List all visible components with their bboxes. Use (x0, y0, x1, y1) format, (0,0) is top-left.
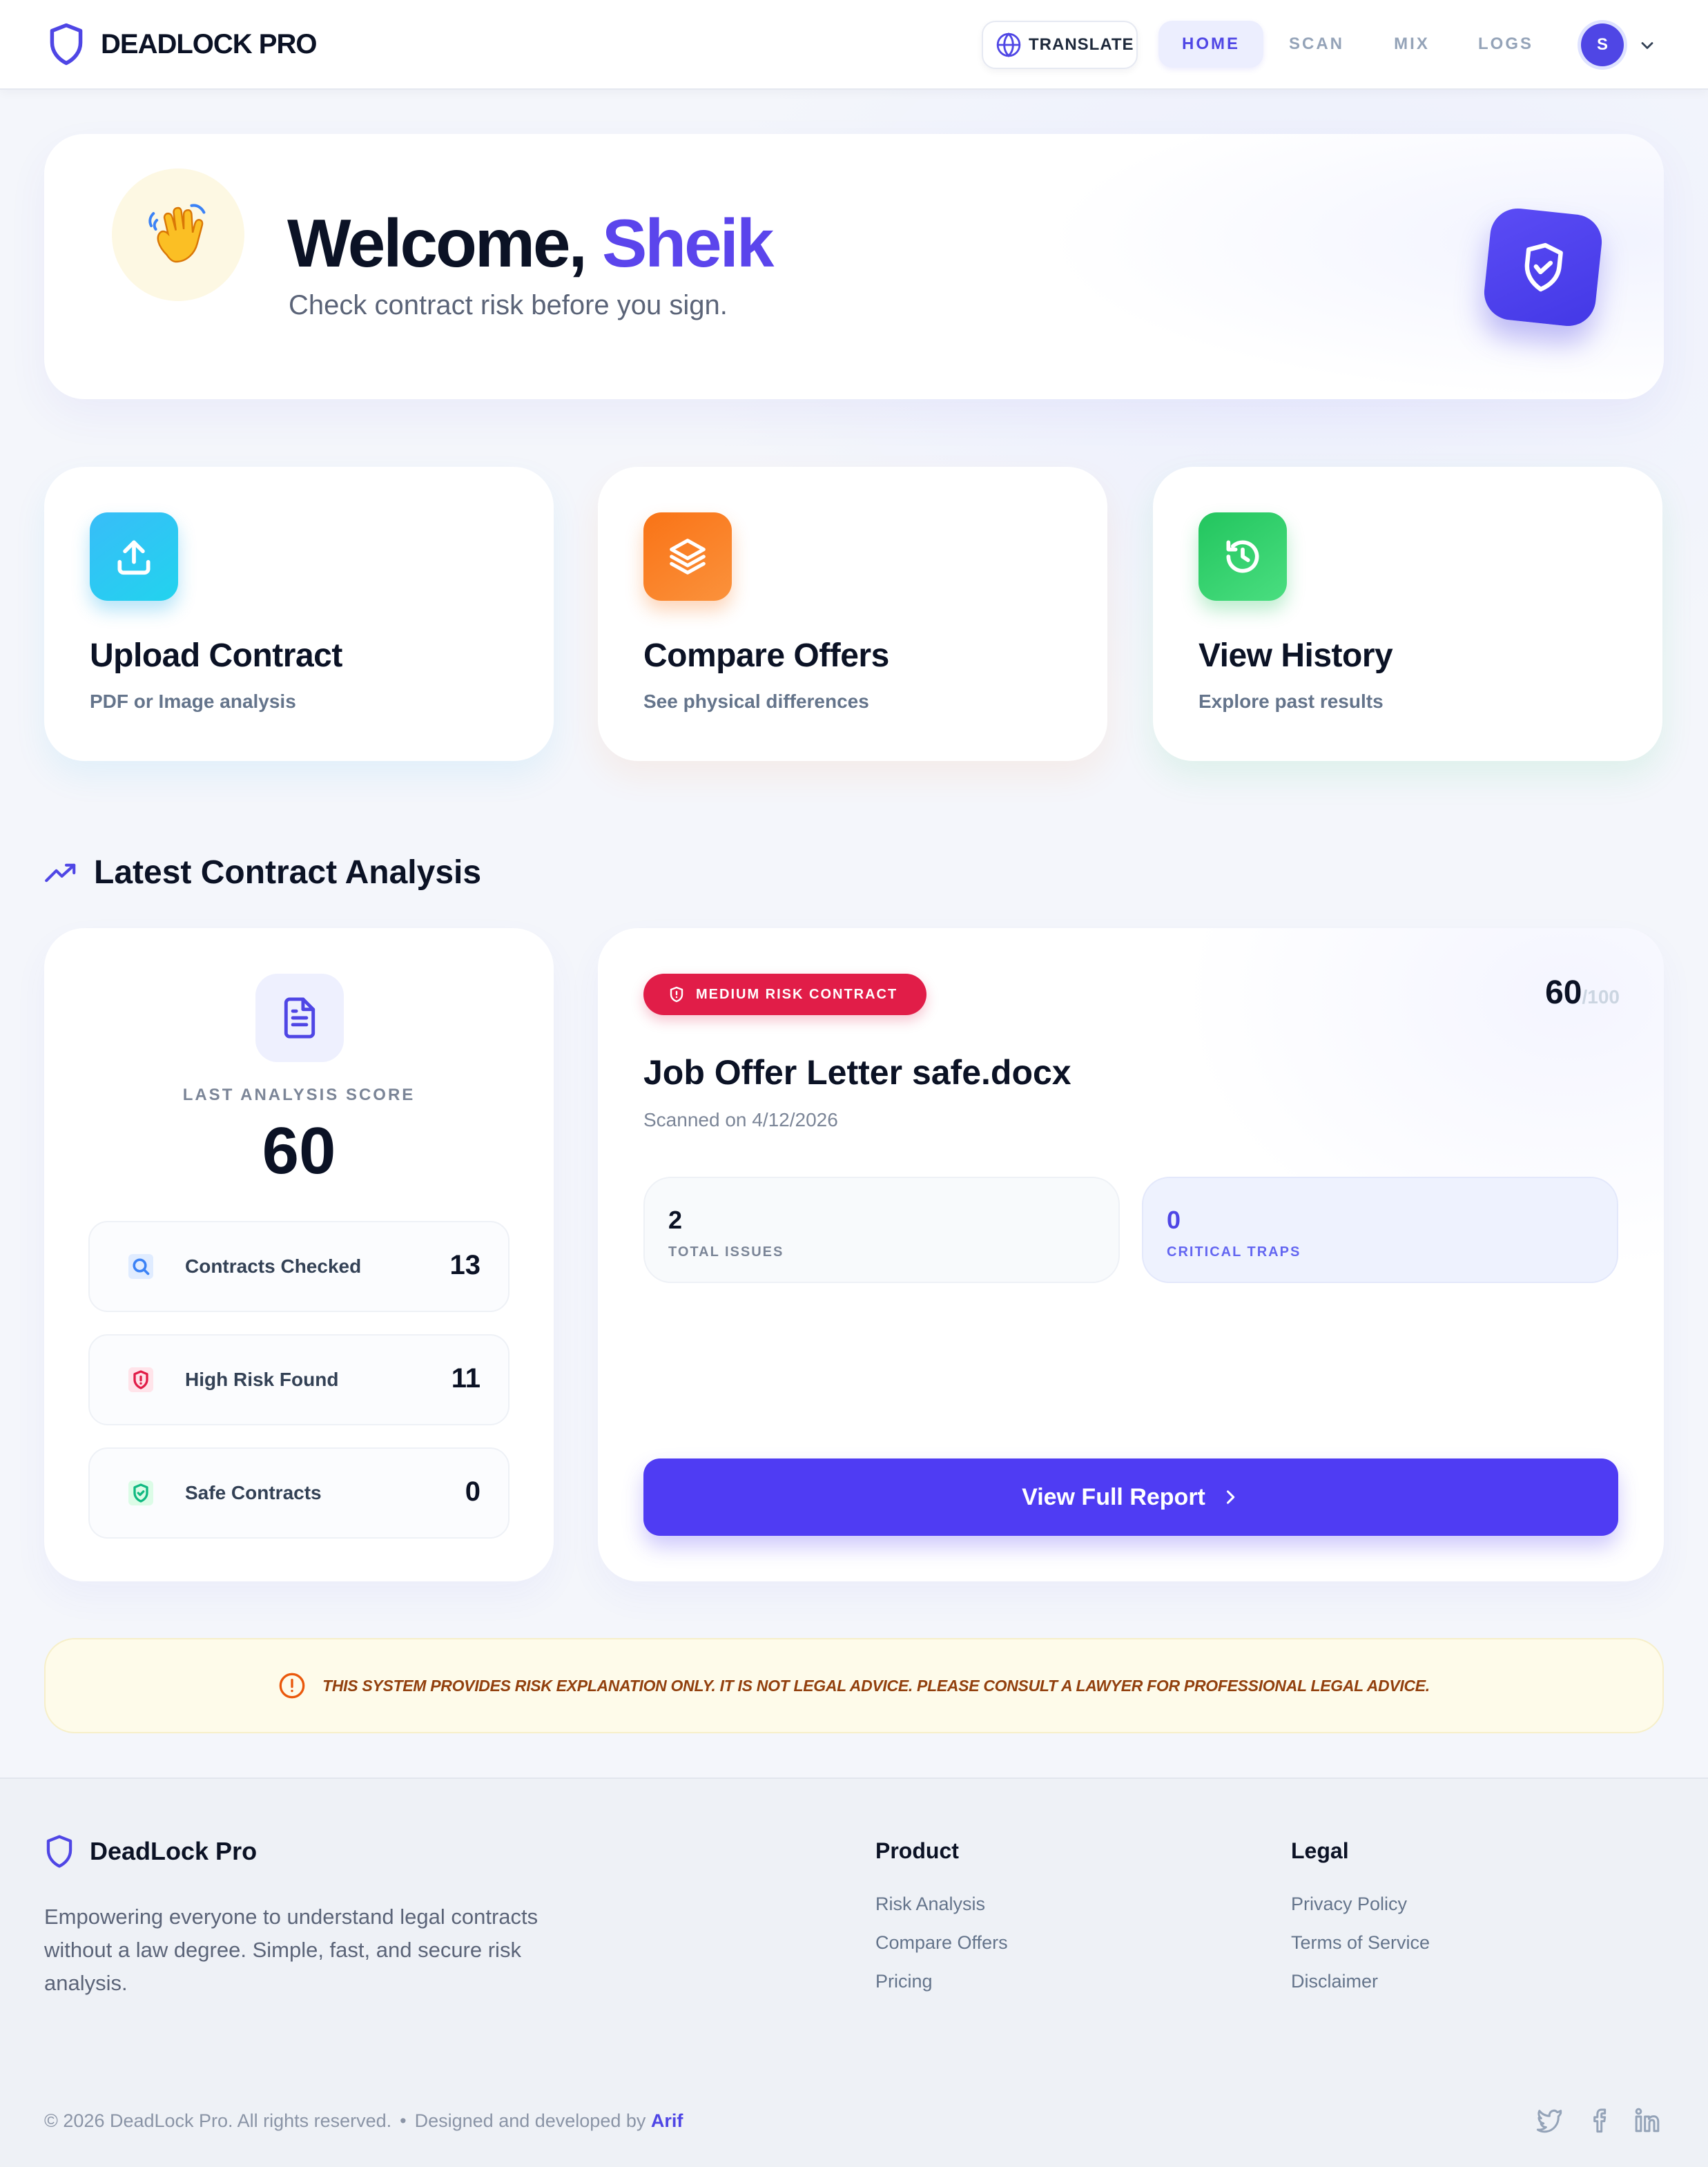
welcome-banner: Welcome, Sheik Check contract risk befor… (44, 134, 1664, 399)
trending-up-icon (45, 863, 76, 882)
stat-high-risk: High Risk Found 11 (88, 1334, 510, 1425)
metric-total-issues: 2 TOTAL ISSUES (643, 1177, 1120, 1283)
separator: • (400, 2110, 407, 2131)
translate-button[interactable]: TRANSLATE (982, 21, 1138, 69)
report-score: 60/100 (1545, 974, 1620, 1012)
shield-check-icon (128, 1481, 153, 1505)
button-label: View Full Report (1022, 1483, 1205, 1510)
section-heading: Latest Contract Analysis (44, 854, 481, 892)
upload-contract-card[interactable]: Upload Contract PDF or Image analysis (44, 467, 554, 761)
nav-link-mix[interactable]: MIX (1374, 21, 1450, 68)
search-icon (128, 1254, 153, 1279)
user-avatar[interactable]: S (1581, 23, 1624, 66)
risk-badge: MEDIUM RISK CONTRACT (643, 974, 927, 1015)
stat-label: Safe Contracts (185, 1482, 322, 1503)
card-title: Compare Offers (643, 637, 889, 674)
wave-badge (112, 168, 244, 301)
history-icon (1226, 540, 1259, 573)
metric-critical-traps: 0 CRITICAL TRAPS (1142, 1177, 1618, 1283)
footer-column-title-legal: Legal (1291, 1838, 1349, 1863)
metric-value: 0 (1167, 1206, 1181, 1234)
footer-column-title-product: Product (875, 1838, 959, 1863)
shield-check-icon (1524, 242, 1563, 292)
developer-link[interactable]: Arif (651, 2110, 683, 2131)
metric-label: TOTAL ISSUES (668, 1244, 784, 1260)
score-card: LAST ANALYSIS SCORE 60 Contracts Checked… (44, 928, 554, 1581)
card-title: View History (1198, 637, 1393, 674)
waving-hand-icon (148, 204, 206, 263)
footer-link-terms-of-service[interactable]: Terms of Service (1291, 1932, 1430, 1954)
stat-label: Contracts Checked (185, 1255, 362, 1277)
chevron-right-icon (1226, 1490, 1235, 1504)
card-subtitle: PDF or Image analysis (90, 691, 296, 712)
stat-safe-contracts: Safe Contracts 0 (88, 1447, 510, 1539)
compare-tile (643, 512, 732, 601)
welcome-greeting: Welcome, (287, 205, 588, 281)
welcome-subtitle: Check contract risk before you sign. (289, 290, 728, 320)
footer-link-disclaimer[interactable]: Disclaimer (1291, 1971, 1378, 1992)
footer-brand[interactable]: DeadLock Pro (44, 1834, 257, 1869)
nav-link-logs[interactable]: LOGS (1466, 21, 1545, 68)
disclaimer-text: THIS SYSTEM PROVIDES RISK EXPLANATION ON… (322, 1676, 1430, 1695)
footer-link-privacy-policy[interactable]: Privacy Policy (1291, 1894, 1407, 1915)
stat-label: High Risk Found (185, 1369, 339, 1390)
page-footer: DeadLock Pro Empowering everyone to unde… (0, 1778, 1708, 2167)
globe-icon (996, 32, 1021, 57)
view-history-card[interactable]: View History Explore past results (1153, 467, 1662, 761)
brand-name: DEADLOCK PRO (101, 28, 317, 59)
footer-link-risk-analysis[interactable]: Risk Analysis (875, 1894, 985, 1915)
copyright-text: © 2026 DeadLock Pro. All rights reserved… (44, 2110, 392, 2131)
layers-icon (670, 539, 706, 575)
footer-copyright: © 2026 DeadLock Pro. All rights reserved… (44, 2110, 683, 2132)
upload-icon (117, 540, 151, 575)
stat-value: 0 (465, 1476, 481, 1507)
history-tile (1198, 512, 1287, 601)
alert-circle-icon (279, 1673, 305, 1699)
top-navbar: DEADLOCK PRO TRANSLATE HOME SCAN MIX LOG… (0, 0, 1708, 90)
latest-report-card: MEDIUM RISK CONTRACT 60/100 Job Offer Le… (598, 928, 1664, 1581)
shield-logo-icon (46, 1835, 72, 1868)
legal-disclaimer-banner: THIS SYSTEM PROVIDES RISK EXPLANATION ON… (44, 1638, 1664, 1733)
translate-label: TRANSLATE (1029, 35, 1134, 54)
footer-description: Empowering everyone to understand legal … (44, 1905, 538, 1995)
chevron-down-icon[interactable] (1638, 36, 1657, 55)
document-icon (284, 997, 316, 1039)
shield-logo-icon (50, 23, 83, 66)
shield-alert-icon (670, 986, 683, 1003)
upload-tile (90, 512, 178, 601)
brand-logo[interactable]: DEADLOCK PRO (47, 22, 317, 66)
footer-link-compare-offers[interactable]: Compare Offers (875, 1932, 1008, 1954)
report-scan-date: Scanned on 4/12/2026 (643, 1109, 838, 1130)
nav-link-scan[interactable]: SCAN (1274, 21, 1359, 68)
stat-contracts-checked: Contracts Checked 13 (88, 1221, 510, 1312)
report-score-value: 60 (1545, 974, 1582, 1011)
user-name: Sheik (601, 205, 774, 281)
section-title: Latest Contract Analysis (94, 854, 482, 891)
linkedin-icon[interactable] (1633, 2106, 1661, 2134)
card-title: Upload Contract (90, 637, 342, 674)
stat-value: 13 (449, 1250, 481, 1280)
footer-brand-name: DeadLock Pro (90, 1837, 258, 1865)
shield-alert-icon (128, 1367, 153, 1392)
metric-value: 2 (668, 1206, 683, 1234)
footer-link-pricing[interactable]: Pricing (875, 1971, 933, 1992)
report-score-max: /100 (1582, 986, 1620, 1008)
facebook-icon[interactable] (1586, 2106, 1614, 2134)
nav-link-home[interactable]: HOME (1158, 21, 1263, 68)
designed-by-text: Designed and developed by (414, 2110, 646, 2131)
compare-offers-card[interactable]: Compare Offers See physical differences (598, 467, 1107, 761)
risk-badge-label: MEDIUM RISK CONTRACT (696, 986, 898, 1002)
welcome-heading: Welcome, Sheik (287, 204, 774, 282)
card-subtitle: See physical differences (643, 691, 869, 712)
score-label: LAST ANALYSIS SCORE (182, 1086, 416, 1104)
report-file-name: Job Offer Letter safe.docx (643, 1053, 1071, 1092)
twitter-icon[interactable] (1535, 2106, 1563, 2134)
score-value: 60 (262, 1114, 336, 1188)
security-badge (1481, 205, 1605, 329)
document-tile (255, 974, 344, 1062)
view-full-report-button[interactable]: View Full Report (643, 1458, 1618, 1536)
card-subtitle: Explore past results (1198, 691, 1384, 712)
stat-value: 11 (451, 1363, 481, 1394)
metric-label: CRITICAL TRAPS (1167, 1244, 1301, 1260)
